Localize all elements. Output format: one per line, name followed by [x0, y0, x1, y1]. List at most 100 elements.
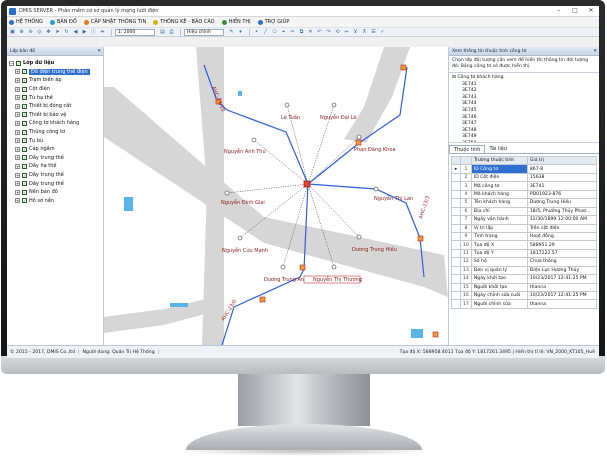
table-row[interactable]: 11 Tọa độ Y 1817222.57	[451, 248, 598, 259]
checkbox-icon[interactable]: ✓	[22, 181, 27, 187]
expand-icon[interactable]: +	[15, 129, 20, 135]
field-value[interactable]: 15638	[526, 172, 598, 183]
redo-icon[interactable]: ↷	[325, 29, 332, 36]
table-row[interactable]: 9 Tình trạng Hoạt động	[451, 231, 598, 242]
expand-icon[interactable]: +	[15, 95, 20, 101]
layer-item[interactable]: + ✓ Dây hạ thế	[9, 162, 103, 171]
feature-list-item[interactable]: 3E749	[452, 134, 596, 141]
draw-line-icon[interactable]: ╱	[262, 29, 269, 36]
field-value[interactable]: 588951.29	[526, 240, 598, 250]
field-value[interactable]: 10/23/2017 12:41:25 PM	[526, 290, 598, 301]
feature-list-item[interactable]: 3E745	[452, 108, 596, 115]
dropdown-arrow-icon[interactable]: ▾	[237, 29, 244, 36]
attribute-icon[interactable]: ☰	[370, 29, 377, 36]
field-value[interactable]: thanna	[526, 282, 598, 293]
expand-icon[interactable]: +	[15, 103, 20, 109]
pan-icon[interactable]: ✥	[45, 29, 52, 36]
expand-icon[interactable]: +	[15, 181, 20, 187]
refresh-icon[interactable]: ↻	[63, 29, 70, 36]
delete-icon[interactable]: ✕	[307, 29, 314, 36]
zoom-extent-icon[interactable]: ◎	[36, 29, 43, 36]
expand-icon[interactable]: +	[15, 146, 20, 152]
expand-icon[interactable]: +	[15, 138, 20, 144]
expand-icon[interactable]: +	[15, 120, 20, 126]
field-value[interactable]: Trên cột điện	[526, 223, 598, 233]
checkbox-icon[interactable]: ✓	[22, 155, 27, 161]
expand-icon[interactable]: +	[15, 86, 20, 92]
table-row[interactable]: 12 Số hộ Chưa thống	[451, 257, 598, 267]
draw-polygon-icon[interactable]: ⬠	[271, 29, 278, 36]
layer-icon[interactable]: ▤	[159, 29, 166, 36]
menu-tro-giup[interactable]: TRỢ GIÚP	[257, 19, 289, 25]
expand-icon[interactable]: +	[15, 112, 20, 118]
expand-icon[interactable]: +	[15, 77, 20, 83]
measure-icon[interactable]: ⇹	[99, 29, 106, 36]
edit-pencil-icon[interactable]: ✎	[228, 29, 235, 36]
table-row[interactable]: 8 Vị trí lắp Trên cột điện	[451, 223, 598, 233]
feature-list-item[interactable]: 3E744	[452, 101, 596, 108]
layer-item[interactable]: + ✓ Dây trung thế	[9, 154, 103, 163]
checkbox-icon[interactable]: ✓	[22, 163, 27, 169]
checkbox-icon[interactable]: ✓	[22, 120, 27, 126]
field-value[interactable]: Dương Trung Hiếu	[526, 198, 598, 208]
field-value[interactable]: 867-8	[526, 164, 598, 174]
close-button[interactable]: ✕	[583, 6, 599, 16]
checkbox-icon[interactable]: ✓	[22, 198, 27, 204]
print-icon[interactable]: ⎙	[168, 29, 175, 36]
tree-root[interactable]: − ✓ Lớp dữ liệu	[9, 59, 103, 68]
table-row[interactable]: 17 Người chỉnh sửa thanna	[451, 299, 598, 309]
expand-icon[interactable]: +	[15, 163, 20, 169]
layer-item[interactable]: + ✓ Thiết bị bảo vệ	[9, 111, 103, 120]
checkbox-icon[interactable]: ✓	[22, 69, 27, 75]
map-svg[interactable]: Lê Tuấn Nguyễn Đại Lê Nguyễn Anh Thư Pha…	[104, 47, 448, 345]
scale-select[interactable]: 1: 2000	[115, 28, 155, 36]
map-canvas[interactable]: Lê Tuấn Nguyễn Đại Lê Nguyễn Anh Thư Pha…	[104, 47, 448, 345]
tab-tai-lieu[interactable]: Tài liệu	[485, 145, 511, 153]
select-arrow-icon[interactable]: ➤	[54, 29, 61, 36]
checkbox-icon[interactable]: ✓	[22, 77, 27, 83]
layer-item[interactable]: + ✓ Nền bản đồ	[9, 188, 103, 197]
save-icon[interactable]: ▣	[9, 29, 16, 36]
checkbox-icon[interactable]: ✓	[22, 146, 27, 152]
copy-icon[interactable]: ⧉	[298, 29, 305, 36]
identify-icon[interactable]: ⓘ	[90, 29, 97, 36]
expand-icon[interactable]: +	[15, 189, 20, 195]
checkbox-icon[interactable]: ✓	[22, 189, 27, 195]
field-value[interactable]: Điện Lực Hương Thủy	[526, 265, 598, 276]
expand-icon[interactable]: +	[15, 155, 20, 161]
table-row[interactable]: 14 Ngày khởi tạo 10/23/2017 12:41:25 PM	[451, 274, 598, 284]
menu-thong-ke[interactable]: THỐNG KÊ - BÁO CÁO	[153, 19, 215, 25]
field-value[interactable]: 10/23/2017 12:41:25 PM	[526, 274, 598, 284]
menu-hien-thi[interactable]: HIỂN THỊ	[221, 19, 251, 25]
layer-item[interactable]: + ✓ Tủ hạ thế	[9, 93, 103, 102]
layer-item[interactable]: + ✓ Dây trung thế	[9, 179, 103, 188]
snap-icon[interactable]: ⌖	[280, 29, 287, 36]
checkbox-icon[interactable]: ✓	[22, 103, 27, 109]
minimize-button[interactable]: –	[551, 6, 567, 16]
table-row[interactable]: 5 Tên khách hàng Dương Trung Hiếu	[451, 198, 598, 208]
menu-cap-nhat[interactable]: CẬP NHẬT THÔNG TIN	[83, 19, 146, 25]
panel-close-icon[interactable]: ✕	[593, 47, 597, 55]
selected-pole[interactable]	[303, 180, 311, 188]
feature-list-item[interactable]: 3E747	[452, 121, 596, 128]
finish-icon[interactable]: ✓	[379, 29, 386, 36]
feature-list-item[interactable]: 3E750	[452, 141, 596, 142]
feature-root[interactable]: ⊟ Công tơ khách hàng	[452, 75, 596, 82]
back-icon[interactable]: ◀	[72, 29, 79, 36]
expand-icon[interactable]: +	[15, 198, 20, 204]
table-row[interactable]: 3 Mã công tơ 3E741	[451, 181, 598, 191]
field-value[interactable]: 1817222.57	[526, 248, 598, 259]
layer-item[interactable]: + ✓ Trạm biến áp	[9, 76, 103, 85]
field-value[interactable]: Chưa thống	[526, 257, 598, 267]
table-row[interactable]: 4 Mã khách hàng PD01923-876	[451, 189, 598, 200]
field-value[interactable]: thanna	[526, 299, 598, 309]
move-icon[interactable]: ⇔	[343, 29, 350, 36]
forward-icon[interactable]: ▶	[81, 29, 88, 36]
checkbox-icon[interactable]: ✓	[22, 112, 27, 118]
undo-icon[interactable]: ↶	[316, 29, 323, 36]
draw-point-icon[interactable]: •	[253, 29, 260, 36]
checkbox-icon[interactable]: ✓	[22, 129, 27, 135]
table-row[interactable]: 15 Người khởi tạo thanna	[451, 282, 598, 293]
zoom-in-icon[interactable]: ⊕	[18, 29, 25, 36]
layer-item[interactable]: + ✓ Hồ sơ nền	[9, 197, 103, 206]
